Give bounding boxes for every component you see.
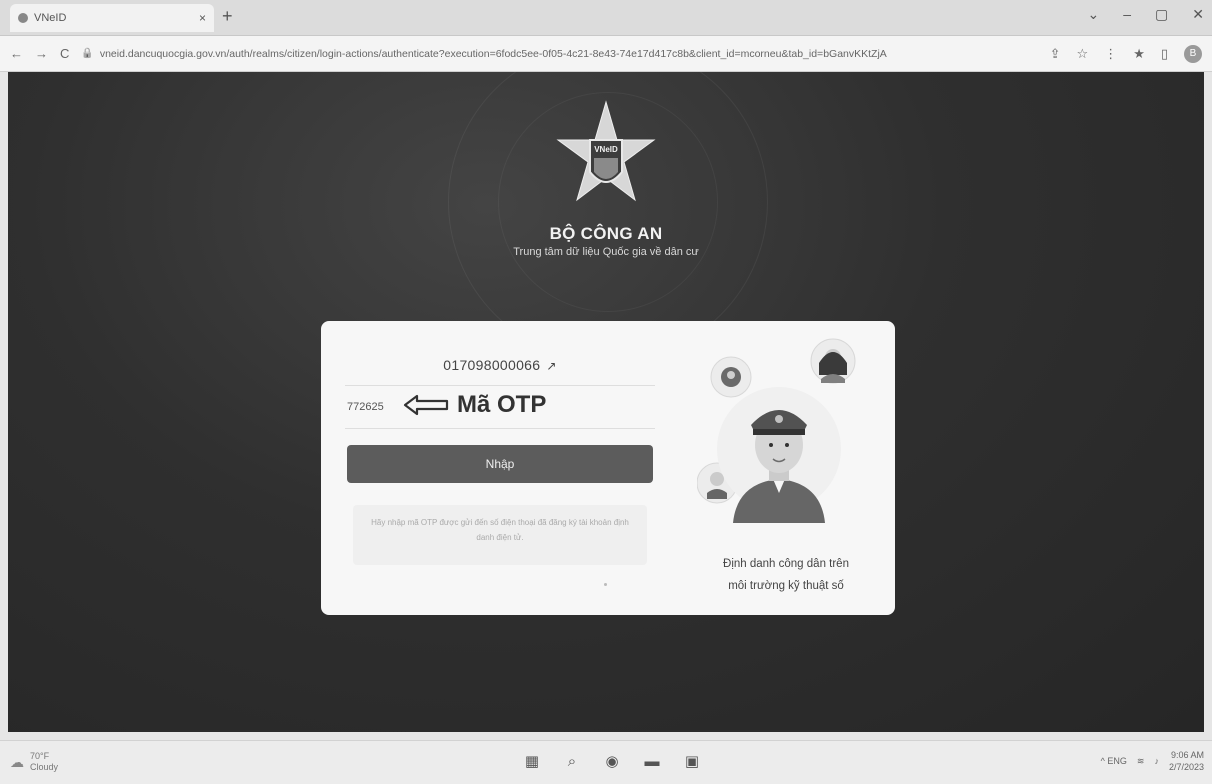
clock-time: 9:06 AM (1170, 750, 1204, 760)
cloud-icon: ☁ (10, 753, 24, 770)
browser-tabstrip: VNeID × + ⌄ – ▢ ✕ (0, 0, 1212, 36)
back-button[interactable]: ← (10, 46, 23, 61)
sidepanel-icon[interactable]: ▯ (1161, 46, 1168, 62)
decorative-dot (604, 583, 607, 586)
reload-button[interactable]: C (60, 46, 69, 61)
clock[interactable]: 9:06 AM 2/7/2023 (1169, 749, 1204, 773)
login-card: 017098000066 ↗ 772625 Mã OTP Nhập Hãy nhậ… (321, 321, 895, 615)
weather-temperature: 70°F (30, 751, 50, 761)
browser-tab-vneid[interactable]: VNeID × (10, 4, 214, 32)
tab-title: VNeID (34, 12, 67, 24)
browser-toolbar: ← → C 🔒 vneid.dancuquocgia.gov.vn/auth/r… (0, 36, 1212, 72)
start-menu-icon[interactable]: ▦ (522, 751, 542, 771)
submit-button[interactable]: Nhập (347, 445, 653, 483)
emblem-label: VNeID (594, 145, 618, 154)
search-icon[interactable]: ⌕ (562, 751, 582, 771)
more-icon[interactable]: ⋮ (1104, 46, 1117, 62)
otp-annotation: Mã OTP (403, 391, 546, 419)
citizen-id-number: 017098000066 (443, 357, 541, 373)
promo-panel: Định danh công dân trên môi trường kỹ th… (691, 321, 887, 615)
chrome-icon[interactable]: ◉ (602, 751, 622, 771)
system-tray: ^ ENG ≋ ♪ 9:06 AM 2/7/2023 (1101, 749, 1204, 773)
new-tab-button[interactable]: + (222, 6, 233, 27)
edit-id-icon[interactable]: ↗ (546, 359, 556, 373)
minimize-button[interactable]: – (1123, 6, 1131, 23)
citizen-id: 017098000066 ↗ (345, 357, 655, 373)
close-window-button[interactable]: ✕ (1192, 6, 1204, 23)
extensions-icon[interactable]: ★ (1133, 46, 1145, 62)
app-window-icon[interactable]: ▣ (682, 751, 702, 771)
weather-condition: Cloudy (30, 762, 59, 772)
promo-line-2: môi trường kỹ thuật số (728, 580, 844, 592)
favicon-icon (18, 13, 28, 23)
login-page: VNeID BỘ CÔNG AN Trung tâm dữ liệu Quốc … (8, 72, 1204, 732)
bookmark-star-icon[interactable]: ☆ (1077, 46, 1089, 62)
otp-hint: Hãy nhập mã OTP được gửi đến số điện tho… (353, 505, 647, 565)
share-icon[interactable]: ⇪ (1050, 46, 1061, 62)
clock-date: 2/7/2023 (1168, 762, 1204, 772)
promo-tagline: Định danh công dân trên môi trường kỹ th… (691, 553, 881, 597)
weather-widget[interactable]: ☁ 70°F Cloudy (10, 751, 58, 773)
file-explorer-icon[interactable]: ▬ (642, 751, 662, 771)
profile-avatar[interactable]: B (1184, 44, 1202, 63)
org-subtitle: Trung tâm dữ liệu Quốc gia về dân cư (513, 246, 699, 258)
arrow-left-icon (403, 394, 449, 416)
maximize-button[interactable]: ▢ (1155, 6, 1168, 23)
toolbar-actions: ⇪ ☆ ⋮ ★ ▯ B (1050, 44, 1202, 63)
org-name: BỘ CÔNG AN (549, 224, 663, 243)
url-text: vneid.dancuquocgia.gov.vn/auth/realms/ci… (99, 47, 887, 60)
volume-icon[interactable]: ♪ (1154, 756, 1159, 766)
tab-close-icon[interactable]: × (199, 11, 206, 25)
otp-annotation-label: Mã OTP (457, 391, 547, 418)
lock-icon: 🔒 (81, 48, 94, 59)
wifi-icon[interactable]: ≋ (1137, 756, 1145, 767)
address-bar[interactable]: 🔒 vneid.dancuquocgia.gov.vn/auth/realms/… (81, 42, 1037, 66)
tab-search-icon[interactable]: ⌄ (1088, 6, 1100, 23)
police-officer-illustration-icon (697, 338, 856, 523)
tray-icons[interactable]: ^ ENG (1101, 756, 1127, 766)
promo-line-1: Định danh công dân trên (723, 558, 849, 570)
window-controls: ⌄ – ▢ ✕ (1088, 6, 1205, 23)
police-star-emblem-icon: VNeID (556, 100, 656, 202)
login-form: 017098000066 ↗ 772625 Mã OTP Nhập Hãy nhậ… (345, 321, 655, 615)
taskbar-apps: ▦ ⌕ ◉ ▬ ▣ (522, 751, 702, 771)
windows-taskbar: ☁ 70°F Cloudy ▦ ⌕ ◉ ▬ ▣ ^ ENG ≋ ♪ 9:06 A… (0, 740, 1212, 784)
otp-value: 772625 (347, 401, 384, 413)
forward-button[interactable]: → (35, 46, 48, 61)
